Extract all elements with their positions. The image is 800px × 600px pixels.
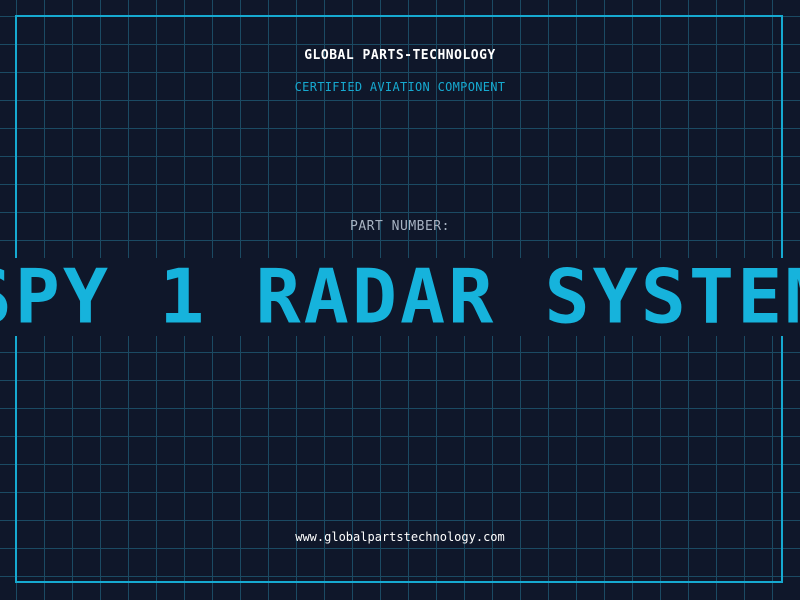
- page-background: GLOBAL PARTS-TECHNOLOGY CERTIFIED AVIATI…: [0, 0, 800, 600]
- company-name: GLOBAL PARTS-TECHNOLOGY: [304, 48, 496, 63]
- part-number-value: SPY 1 RADAR SYSTEM: [0, 258, 800, 336]
- part-number-banner: SPY 1 RADAR SYSTEM: [0, 258, 800, 336]
- website-url: www.globalpartstechnology.com: [295, 530, 505, 544]
- certification-tagline: CERTIFIED AVIATION COMPONENT: [294, 80, 506, 94]
- part-number-label: PART NUMBER:: [350, 219, 450, 234]
